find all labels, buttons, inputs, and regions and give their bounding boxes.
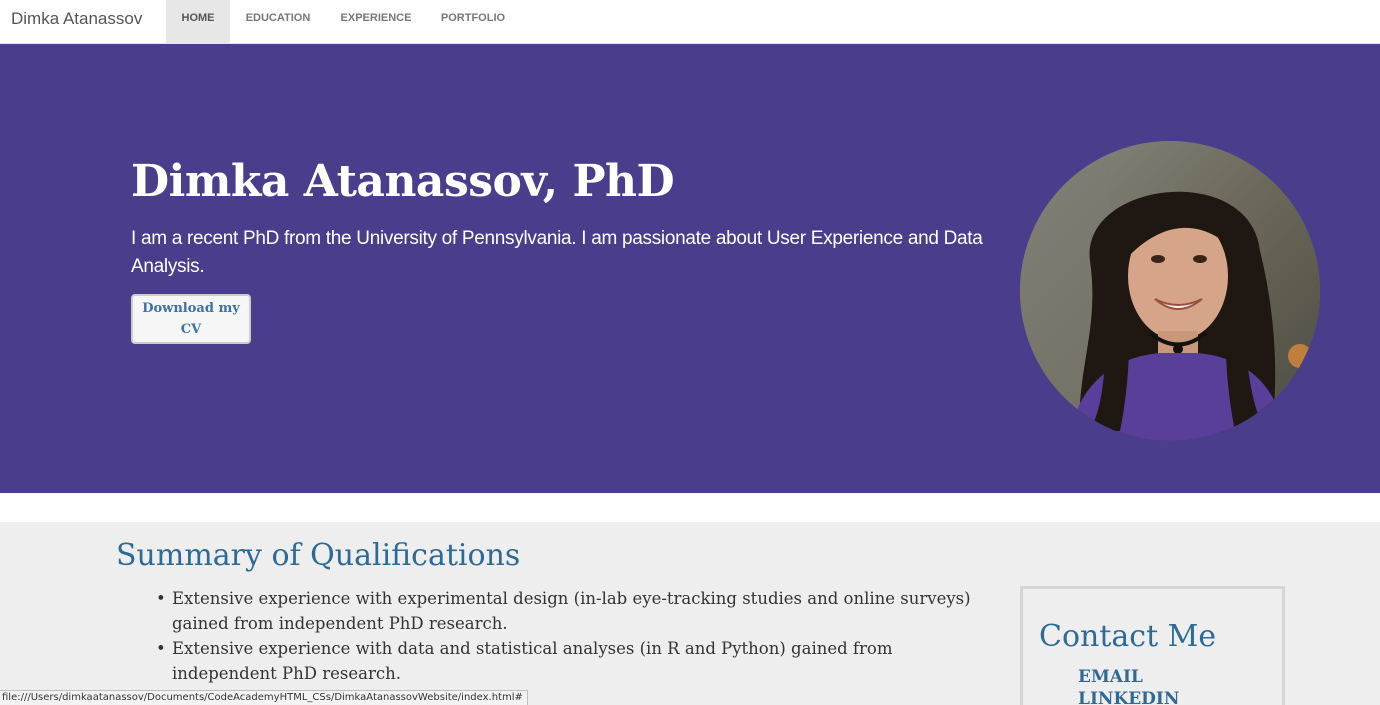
download-cv-button[interactable]: Download my CV: [131, 294, 251, 344]
linkedin-link[interactable]: LINKEDIN: [1078, 689, 1179, 705]
email-link[interactable]: EMAIL: [1078, 667, 1143, 687]
nav-portfolio[interactable]: PORTFOLIO: [429, 0, 517, 43]
qualifications-list: Extensive experience with experimental d…: [156, 586, 992, 705]
profile-photo: [1020, 141, 1320, 441]
summary-section: Summary of Qualifications Extensive expe…: [0, 522, 1380, 705]
list-item: Extensive experience with data and stati…: [156, 636, 992, 686]
browser-status-bar: file:///Users/dimkaatanassov/Documents/C…: [0, 690, 528, 705]
hero-title: Dimka Atanassov, PhD: [131, 156, 675, 207]
nav-experience[interactable]: EXPERIENCE: [329, 0, 423, 43]
brand-link[interactable]: Dimka Atanassov: [11, 9, 142, 29]
top-navbar: Dimka Atanassov HOME EDUCATION EXPERIENC…: [0, 0, 1380, 44]
summary-title: Summary of Qualifications: [116, 538, 521, 573]
profile-photo-icon: [1020, 141, 1320, 441]
list-item: Extensive experience with experimental d…: [156, 586, 992, 636]
contact-box: Contact Me EMAIL LINKEDIN: [1020, 586, 1285, 705]
contact-title: Contact Me: [1039, 619, 1217, 654]
nav-education[interactable]: EDUCATION: [233, 0, 323, 43]
section-divider: [0, 493, 1380, 522]
hero-tagline: I am a recent PhD from the University of…: [131, 228, 983, 277]
hero-section: Dimka Atanassov, PhD I am a recent PhD f…: [0, 44, 1380, 493]
nav-home[interactable]: HOME: [166, 0, 230, 43]
